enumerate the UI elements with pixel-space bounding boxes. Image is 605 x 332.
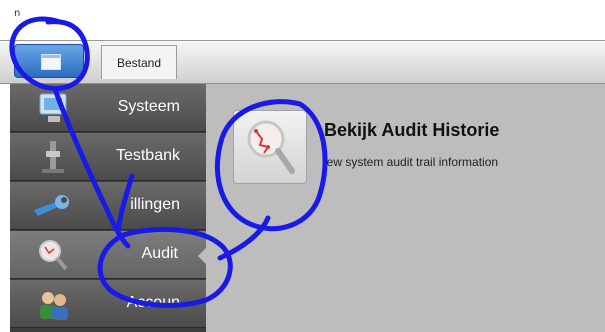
wrench-icon (34, 195, 69, 216)
corner-mark: n (14, 8, 21, 19)
sidebar-item-account[interactable]: Accoun (10, 280, 206, 328)
sidebar-item-audit[interactable]: Audit (10, 231, 207, 279)
audit-history-tile[interactable] (233, 110, 307, 184)
content-panel: Bekijk Audit Historie iew system audit t… (206, 84, 605, 332)
sidebar-item-systeem[interactable]: Systeem (10, 84, 206, 132)
sidebar-item-label: illingen (130, 196, 180, 213)
computer-icon (39, 93, 67, 122)
ribbon-bar (0, 40, 605, 84)
users-icon (40, 292, 68, 320)
sidebar-item-label: Testbank (115, 147, 180, 164)
audit-history-description: iew system audit trail information (324, 155, 499, 169)
sidebar-item-label: Systeem (117, 98, 180, 115)
audit-history-title[interactable]: Bekijk Audit Historie (324, 120, 499, 141)
window-icon (41, 54, 61, 70)
app-menu-button[interactable] (14, 44, 84, 78)
sidebar: Systeem Testbank illingen Audit Accoun (10, 84, 207, 332)
magnifier-icon (247, 120, 295, 174)
sidebar-item-label: Accoun (126, 294, 180, 311)
test-bench-icon (42, 141, 64, 173)
sidebar-item-instellingen[interactable]: illingen (10, 182, 206, 230)
tab-bestand[interactable]: Bestand (101, 45, 177, 79)
sidebar-item-label: Audit (141, 245, 178, 262)
magnifier-icon (39, 240, 68, 271)
sidebar-item-testbank[interactable]: Testbank (10, 133, 206, 181)
